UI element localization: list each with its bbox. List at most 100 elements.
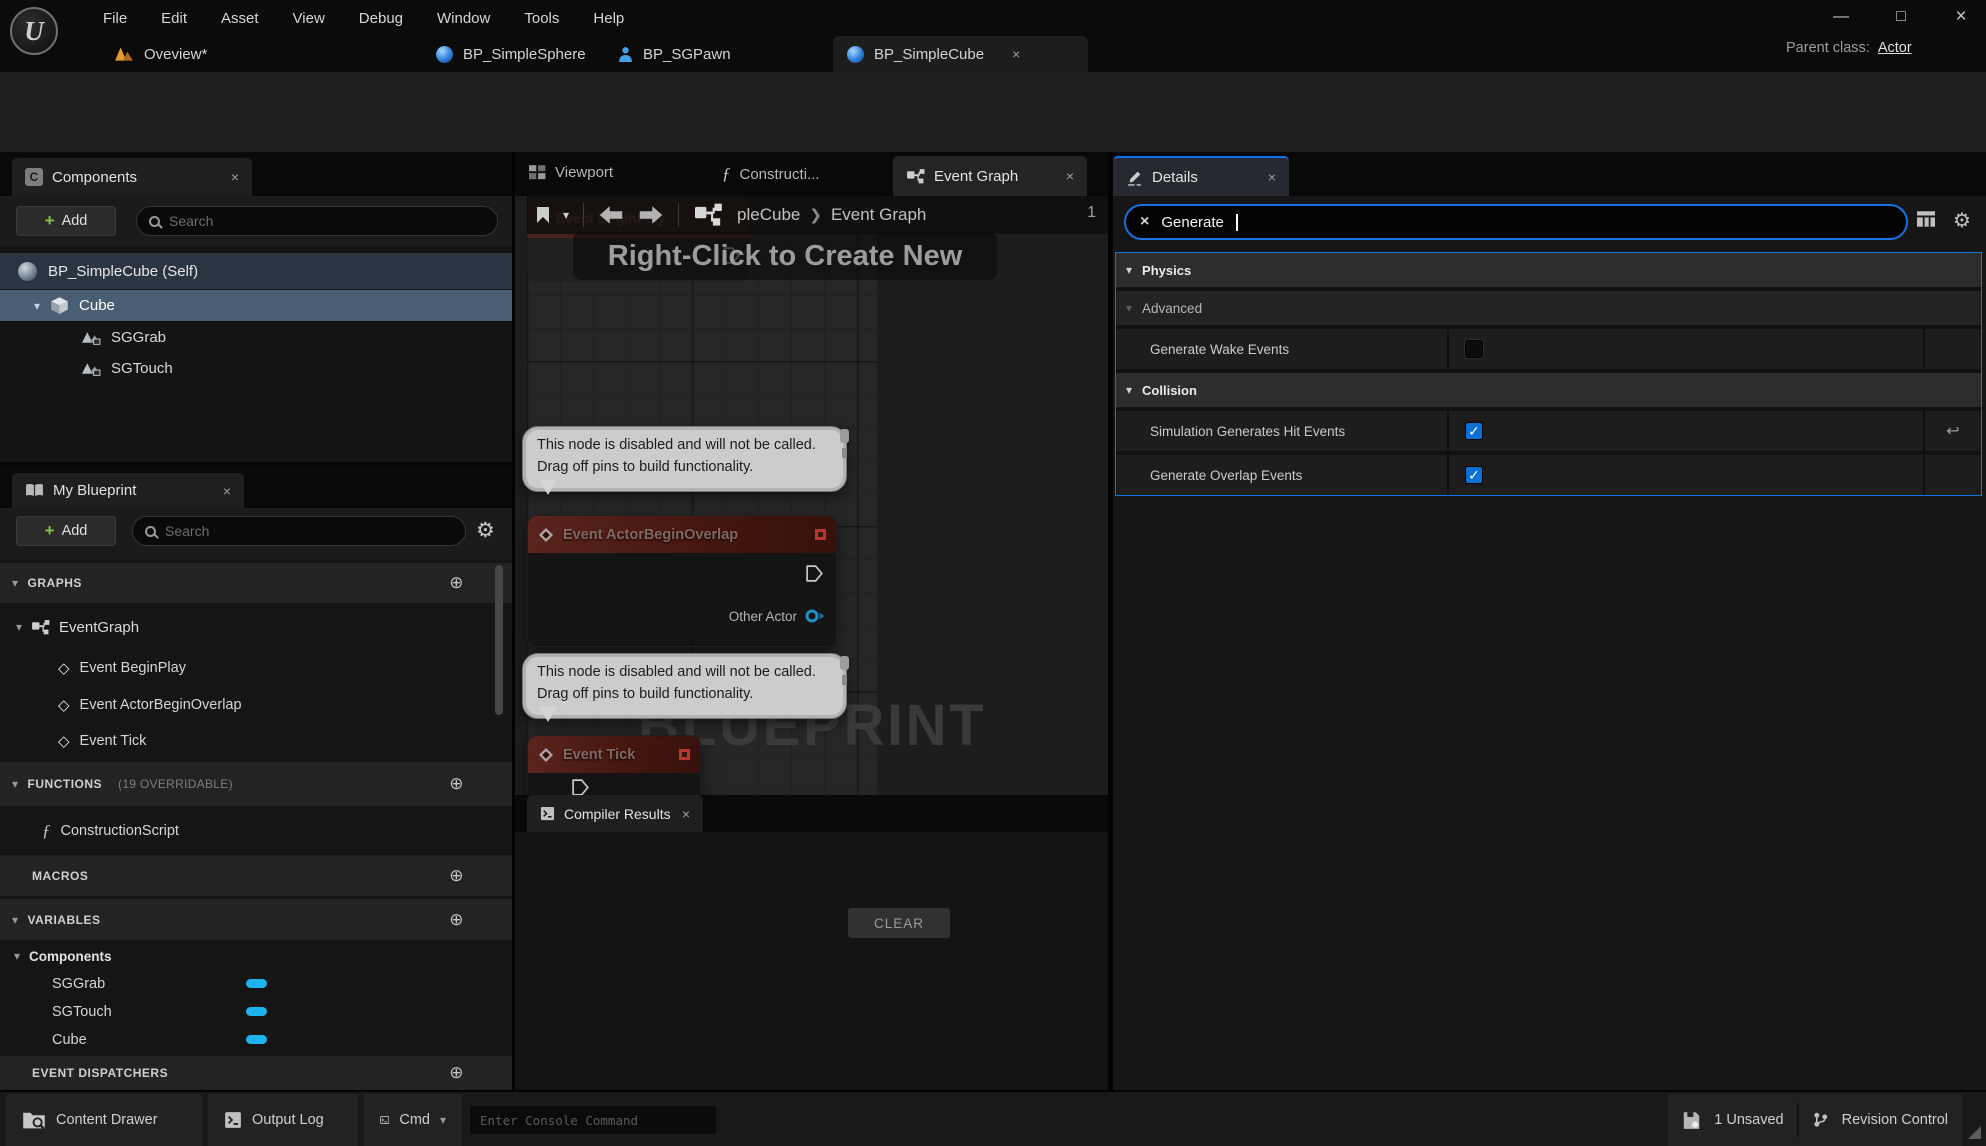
maximize-icon[interactable]: □ (1886, 8, 1916, 26)
close-icon[interactable]: × (1946, 6, 1976, 28)
section-variables[interactable]: ▾ VARIABLES ⊕ (0, 899, 512, 940)
console-command-input[interactable]: Enter Console Command (470, 1106, 716, 1134)
asset-tab-simplesphere[interactable]: BP_SimpleSphere (422, 36, 600, 72)
node-event-actorbeginoverlap[interactable]: Event ActorBeginOverlap Other Actor (527, 515, 837, 647)
components-search-input[interactable]: Search (136, 206, 498, 236)
menu-asset[interactable]: Asset (204, 10, 276, 27)
variable-group-components[interactable]: ▾ Components (0, 943, 512, 969)
menu-file[interactable]: File (86, 10, 144, 27)
nav-back-icon[interactable] (598, 205, 624, 225)
reset-to-default-icon[interactable]: ↩ (1946, 421, 1959, 441)
expand-caret-icon[interactable]: ▾ (34, 299, 40, 313)
event-graph-canvas[interactable]: ◇ Event BeginPlay ▾ pleCube ❯ Event Grap… (515, 196, 1108, 795)
tab-compiler-results[interactable]: Compiler Results × (527, 795, 703, 832)
breadcrumb-asset[interactable]: pleCube (737, 205, 800, 225)
list-item-event-actorbeginoverlap[interactable]: ◇ Event ActorBeginOverlap (0, 687, 512, 723)
add-macro-icon[interactable]: ⊕ (449, 866, 464, 886)
add-variable-icon[interactable]: ⊕ (449, 910, 464, 930)
menu-debug[interactable]: Debug (342, 10, 420, 27)
my-blueprint-search-input[interactable]: Search (132, 516, 466, 546)
revision-control-label[interactable]: Revision Control (1842, 1112, 1948, 1128)
checkbox-generate-wake-events[interactable] (1465, 340, 1483, 358)
tab-close-icon[interactable]: × (682, 806, 690, 822)
tab-close-icon[interactable]: × (223, 483, 231, 499)
menu-edit[interactable]: Edit (144, 10, 204, 27)
cmd-button[interactable]: Cmd ▾ (364, 1094, 462, 1146)
tab-close-icon[interactable]: × (1268, 169, 1276, 185)
node-event-tick[interactable]: Event Tick (527, 735, 701, 795)
asset-tab-simplecube[interactable]: BP_SimpleCube × (833, 36, 1088, 72)
add-function-icon[interactable]: ⊕ (449, 774, 464, 794)
category-advanced[interactable]: ▾ Advanced (1116, 291, 1981, 325)
scrollbar-thumb[interactable] (495, 565, 503, 715)
checkbox-generate-overlap-events[interactable]: ✓ (1465, 466, 1483, 484)
node-header[interactable]: Event ActorBeginOverlap (528, 516, 836, 553)
menu-help[interactable]: Help (576, 10, 641, 27)
list-item-event-beginplay[interactable]: ◇ Event BeginPlay (0, 650, 512, 686)
caret-icon: ▾ (1126, 301, 1133, 315)
minimize-icon[interactable]: — (1826, 8, 1856, 26)
add-dispatcher-icon[interactable]: ⊕ (449, 1063, 464, 1083)
section-graphs[interactable]: ▾ GRAPHS ⊕ (0, 563, 512, 603)
nav-forward-icon[interactable] (638, 205, 664, 225)
variable-type-pill[interactable] (246, 1035, 267, 1044)
component-row-self[interactable]: BP_SimpleCube (Self) (0, 253, 512, 289)
component-row-cube[interactable]: ▾ Cube (0, 290, 512, 321)
menu-window[interactable]: Window (420, 10, 507, 27)
list-item-eventgraph[interactable]: ▾ EventGraph (0, 606, 512, 648)
details-search-input[interactable]: × Generate (1124, 204, 1908, 240)
content-drawer-icon (23, 1112, 45, 1130)
component-row-sggrab[interactable]: SGGrab (0, 322, 512, 352)
section-macros[interactable]: MACROS ⊕ (0, 855, 512, 896)
parent-class-link[interactable]: Actor (1878, 40, 1912, 56)
category-physics[interactable]: ▾ Physics (1116, 253, 1981, 287)
tab-viewport[interactable]: Viewport (529, 164, 613, 181)
tab-close-icon[interactable]: × (231, 169, 239, 185)
clear-button[interactable]: CLEAR (848, 908, 950, 938)
bookmark-icon[interactable] (537, 207, 549, 223)
tab-close-icon[interactable]: × (1066, 168, 1074, 184)
clear-search-icon[interactable]: × (1140, 213, 1149, 231)
list-item-event-tick[interactable]: ◇ Event Tick (0, 723, 512, 759)
bookmark-chevron-icon[interactable]: ▾ (563, 208, 569, 222)
unsaved-count[interactable]: 1 Unsaved (1714, 1112, 1783, 1128)
tab-details[interactable]: Details × (1113, 156, 1289, 196)
exec-pin-icon[interactable] (571, 778, 590, 795)
node-header[interactable]: Event Tick (528, 736, 700, 773)
checkbox-simulation-generates-hit-events[interactable]: ✓ (1465, 422, 1483, 440)
tab-my-blueprint[interactable]: My Blueprint × (12, 473, 244, 508)
console-placeholder: Enter Console Command (480, 1112, 639, 1128)
tab-components[interactable]: C Components × (12, 158, 252, 196)
display-filter-icon[interactable] (1915, 210, 1937, 228)
object-pin-icon[interactable] (804, 608, 826, 624)
menu-tools[interactable]: Tools (507, 10, 576, 27)
exec-pin-icon[interactable] (805, 564, 824, 583)
unreal-logo-icon[interactable]: U (10, 7, 58, 55)
breadcrumb[interactable]: pleCube ❯ Event Graph (737, 205, 926, 225)
details-settings-gear-icon[interactable]: ⚙ (1953, 208, 1971, 233)
caret-icon[interactable]: ▾ (16, 620, 22, 634)
pin-other-actor[interactable]: Other Actor (729, 608, 826, 624)
add-component-button[interactable]: + Add (16, 206, 116, 236)
tab-event-graph[interactable]: Event Graph × (893, 156, 1087, 196)
content-drawer-button[interactable]: Content Drawer (6, 1094, 202, 1146)
list-item-constructionscript[interactable]: ƒ ConstructionScript (0, 809, 512, 852)
section-event-dispatchers[interactable]: EVENT DISPATCHERS ⊕ (0, 1056, 512, 1090)
variable-type-pill[interactable] (246, 979, 267, 988)
blueprint-settings-gear-icon[interactable]: ⚙ (476, 520, 495, 541)
variable-type-pill[interactable] (246, 1007, 267, 1016)
breadcrumb-graph[interactable]: Event Graph (831, 205, 926, 225)
menu-view[interactable]: View (276, 10, 342, 27)
category-collision[interactable]: ▾ Collision (1116, 373, 1981, 407)
caret-icon[interactable]: ▾ (14, 949, 20, 963)
section-functions[interactable]: ▾ FUNCTIONS (19 OVERRIDABLE) ⊕ (0, 762, 512, 806)
add-blueprint-item-button[interactable]: + Add (16, 516, 116, 546)
component-row-sgtouch[interactable]: SGTouch (0, 353, 512, 383)
output-log-button[interactable]: Output Log (208, 1094, 358, 1146)
resize-grip[interactable] (1968, 1126, 1981, 1139)
tab-close-icon[interactable]: × (1012, 46, 1020, 62)
tab-construction-script[interactable]: ƒ Constructi... (722, 164, 820, 184)
asset-tab-overview[interactable]: Oveview* (100, 36, 221, 72)
asset-tab-sgpawn[interactable]: BP_SGPawn (604, 36, 745, 72)
add-graph-icon[interactable]: ⊕ (449, 573, 464, 593)
